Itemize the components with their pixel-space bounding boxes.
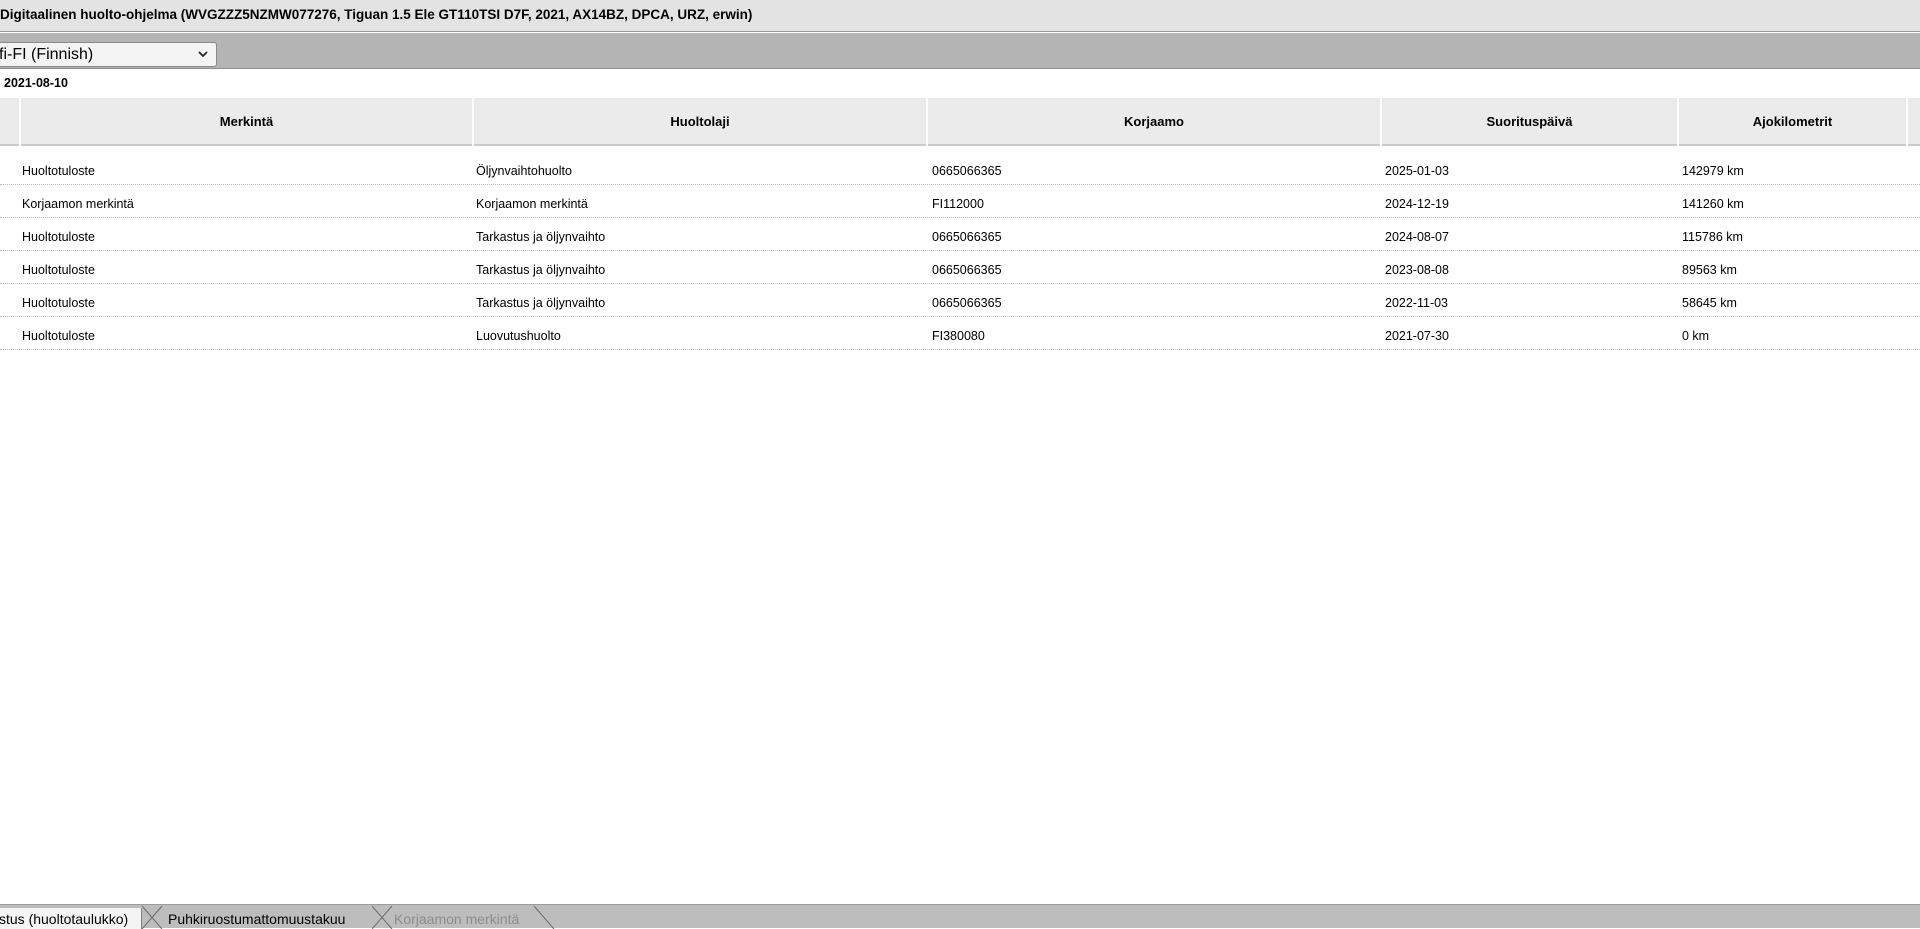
cell-korjaamo: FI380080 — [932, 329, 985, 343]
tab-label: Puhkiruostumattomuustakuu — [168, 911, 346, 927]
cell-ajokilometrit: 0 km — [1682, 329, 1710, 343]
column-header-ajokilometrit[interactable]: Ajokilometrit — [1679, 98, 1906, 146]
service-table: Merkintä Huoltolaji Korjaamo Suorituspäi… — [0, 96, 1920, 356]
cell-merkinta: Huoltotuloste — [22, 230, 95, 244]
cell-merkinta: Huoltotuloste — [22, 296, 95, 310]
cell-ajokilometrit: 142979 km — [1682, 164, 1744, 178]
cell-huoltolaji: Korjaamon merkintä — [476, 197, 588, 211]
row-header-corner — [0, 98, 19, 146]
cell-huoltolaji: Tarkastus ja öljynvaihto — [476, 263, 606, 277]
table-row[interactable]: Korjaamon merkintä Korjaamon merkintä FI… — [0, 185, 1920, 218]
window-titlebar: Digitaalinen huolto-ohjelma (WVGZZZ5NZMW… — [0, 0, 1920, 32]
language-select[interactable]: fi-FI (Finnish) — [0, 42, 217, 67]
column-header-suorituspaiva[interactable]: Suorituspäivä — [1382, 98, 1677, 146]
tab-separator — [372, 905, 393, 929]
column-header-korjaamo[interactable]: Korjaamo — [928, 98, 1380, 146]
cell-ajokilometrit: 89563 km — [1682, 263, 1737, 277]
cell-korjaamo: 0665066365 — [932, 296, 1002, 310]
cell-merkinta: Huoltotuloste — [22, 329, 95, 343]
tab-huoltotaulukko[interactable]: stus (huoltotaulukko) — [0, 908, 142, 929]
window-title: Digitaalinen huolto-ohjelma (WVGZZZ5NZMW… — [0, 7, 753, 22]
cell-korjaamo: 0665066365 — [932, 263, 1002, 277]
cell-suorituspaiva: 2022-11-03 — [1385, 296, 1449, 310]
cell-suorituspaiva: 2025-01-03 — [1385, 164, 1449, 178]
cell-huoltolaji: Tarkastus ja öljynvaihto — [476, 296, 606, 310]
cell-suorituspaiva: 2024-08-07 — [1385, 230, 1449, 244]
cell-suorituspaiva: 2021-07-30 — [1385, 329, 1449, 343]
table-row[interactable]: Huoltotuloste Luovutushuolto FI380080 20… — [0, 317, 1920, 350]
table-row[interactable]: Huoltotuloste Tarkastus ja öljynvaihto 0… — [0, 251, 1920, 284]
date-bar: 2021-08-10 — [0, 70, 1920, 96]
cell-korjaamo: 0665066365 — [932, 164, 1002, 178]
cell-merkinta: Korjaamon merkintä — [22, 197, 134, 211]
table-row[interactable]: Huoltotuloste Tarkastus ja öljynvaihto 0… — [0, 284, 1920, 317]
cell-korjaamo: FI112000 — [932, 197, 984, 211]
table-row[interactable]: Huoltotuloste Öljynvaihtohuolto 06650663… — [0, 152, 1920, 185]
tab-puhkiruostumattomuustakuu[interactable]: Puhkiruostumattomuustakuu — [168, 908, 368, 929]
tab-korjaamon-merkinta[interactable]: Korjaamon merkintä — [394, 908, 544, 929]
cell-suorituspaiva: 2023-08-08 — [1385, 263, 1449, 277]
column-header-extra — [1908, 98, 1920, 146]
sheet-tab-bar: stus (huoltotaulukko) Puhkiruostumattomu… — [0, 904, 1920, 929]
tab-label: Korjaamon merkintä — [394, 911, 520, 927]
chevron-down-icon — [198, 51, 208, 58]
cell-ajokilometrit: 141260 km — [1682, 197, 1744, 211]
column-header-merkinta[interactable]: Merkintä — [21, 98, 472, 146]
cell-merkinta: Huoltotuloste — [22, 263, 95, 277]
column-header-huoltolaji[interactable]: Huoltolaji — [474, 98, 926, 146]
cell-huoltolaji: Öljynvaihtohuolto — [476, 164, 572, 178]
cell-merkinta: Huoltotuloste — [22, 164, 95, 178]
tab-separator — [142, 905, 163, 929]
language-toolbar: fi-FI (Finnish) — [0, 33, 1920, 69]
language-select-value: fi-FI (Finnish) — [0, 46, 94, 63]
cell-huoltolaji: Tarkastus ja öljynvaihto — [476, 230, 606, 244]
cell-huoltolaji: Luovutushuolto — [476, 329, 561, 343]
cell-suorituspaiva: 2024-12-19 — [1385, 197, 1449, 211]
cell-korjaamo: 0665066365 — [932, 230, 1002, 244]
cell-ajokilometrit: 115786 km — [1682, 230, 1743, 244]
vehicle-date: 2021-08-10 — [4, 76, 68, 90]
table-row[interactable]: Huoltotuloste Tarkastus ja öljynvaihto 0… — [0, 218, 1920, 251]
tab-label: stus (huoltotaulukko) — [0, 911, 129, 927]
cell-ajokilometrit: 58645 km — [1682, 296, 1737, 310]
tab-separator — [534, 905, 555, 929]
